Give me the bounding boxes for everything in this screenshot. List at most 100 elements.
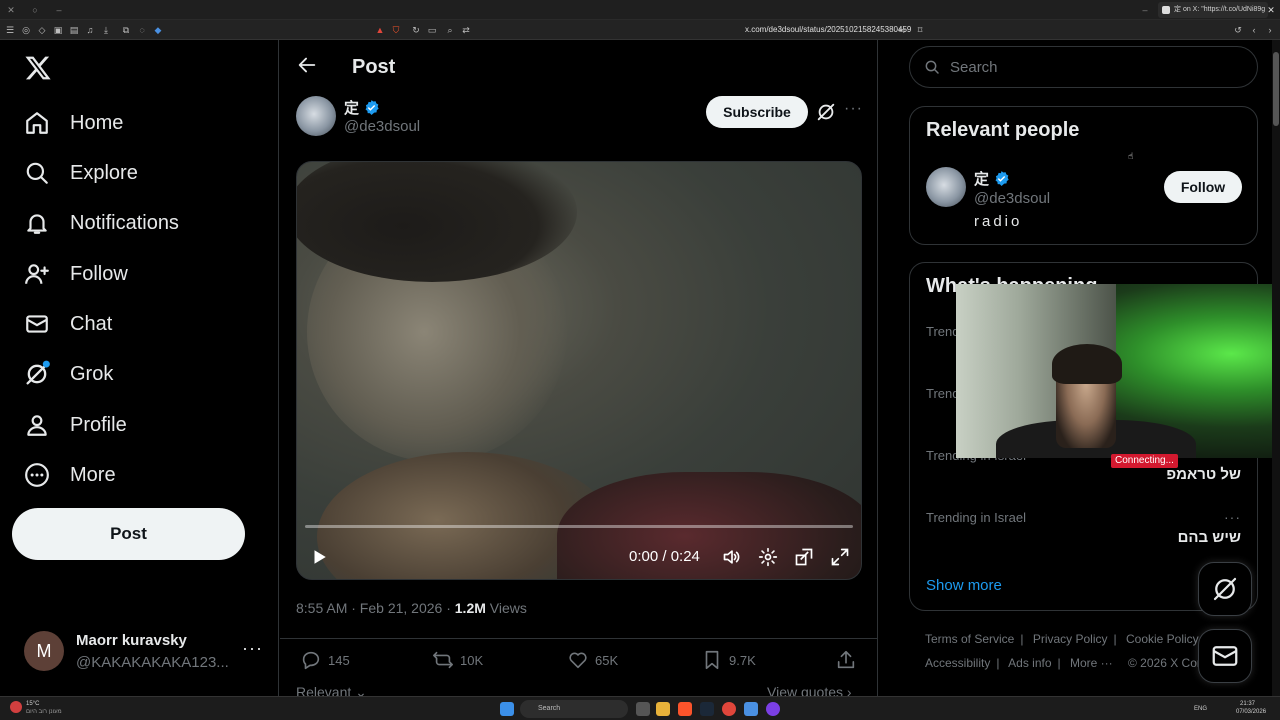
trend-more-icon[interactable]: ··· — [1224, 509, 1241, 525]
relevant-person-name-row[interactable]: 定 — [974, 168, 1010, 189]
nav-home[interactable]: Home — [22, 101, 123, 145]
subscribe-button[interactable]: Subscribe — [706, 96, 808, 128]
tab-list-icon[interactable]: – — [1140, 5, 1150, 15]
keyboard-language[interactable]: ENG — [1194, 705, 1207, 713]
author-avatar[interactable] — [296, 96, 336, 136]
nav-explore[interactable]: Explore — [22, 151, 138, 195]
share-url-icon[interactable]: ⇋ — [896, 24, 908, 36]
music-icon[interactable]: ♫ — [84, 24, 96, 36]
follow-button[interactable]: Follow — [1164, 171, 1242, 203]
nav-grok-label: Grok — [70, 362, 114, 385]
cast-icon[interactable]: ▭ — [426, 24, 438, 36]
page-scrollbar[interactable] — [1272, 40, 1280, 696]
address-bar[interactable]: x.com/de3dsoul/status/202510215824538045… — [745, 24, 911, 36]
extension-icon[interactable]: ◆ — [152, 24, 164, 36]
picture-in-picture-icon[interactable] — [792, 545, 816, 569]
speed-dial-icon[interactable]: ◎ — [20, 24, 32, 36]
like-button[interactable]: 65K — [567, 649, 618, 671]
fullscreen-icon[interactable] — [828, 545, 852, 569]
post-button[interactable]: Post — [12, 508, 245, 560]
nav-follow-label: Follow — [70, 262, 128, 285]
relevant-person-bio: radio — [974, 213, 1023, 230]
reload-page-icon[interactable]: ↻ — [410, 24, 422, 36]
taskbar-search[interactable]: Search — [520, 700, 628, 718]
brave-shield-icon[interactable]: ⛉ — [390, 24, 402, 36]
reply-button[interactable]: 145 — [300, 649, 350, 671]
video-player[interactable]: 0:00 / 0:24 — [296, 161, 862, 580]
chat-icon[interactable]: ◌ — [136, 24, 148, 36]
account-switcher[interactable]: M Maorr kuravsky @KAKAKAKAKA123... ··· — [24, 628, 264, 676]
translate-icon[interactable]: ⇄ — [460, 24, 472, 36]
file-explorer-icon[interactable] — [656, 702, 670, 716]
download-icon[interactable]: ⤓ — [100, 24, 112, 36]
settings-gear-icon[interactable] — [756, 545, 780, 569]
grok-fab-button[interactable] — [1198, 562, 1252, 616]
footer-privacy-link[interactable]: Privacy Policy — [1033, 632, 1108, 646]
author-name-row[interactable]: 定 — [344, 97, 380, 118]
minimize-icon[interactable]: – — [54, 5, 64, 15]
clock-time[interactable]: 21:37 — [1240, 700, 1255, 708]
reader-icon[interactable]: ▤ — [68, 24, 80, 36]
bookmark-page-icon[interactable]: ⌑ — [914, 24, 926, 36]
show-more-link[interactable]: Show more — [926, 577, 1002, 594]
footer-cookie-link[interactable]: Cookie Policy — [1126, 632, 1199, 646]
relevant-person-handle[interactable]: @de3dsoul — [974, 190, 1050, 207]
discord-icon[interactable] — [766, 702, 780, 716]
bookmarks-icon[interactable]: ◇ — [36, 24, 48, 36]
footer-terms-link[interactable]: Terms of Service — [925, 632, 1014, 646]
nav-more[interactable]: More — [22, 453, 116, 497]
nav-grok[interactable]: Grok — [22, 352, 113, 396]
clock-date[interactable]: 07/03/2026 — [1236, 708, 1266, 716]
close-window-icon[interactable]: ✕ — [6, 5, 16, 15]
close-tab-icon[interactable]: ✕ — [1266, 5, 1276, 15]
brave-browser-icon[interactable] — [678, 702, 692, 716]
zoom-icon[interactable]: ⌕ — [444, 24, 456, 36]
bookmark-icon — [705, 650, 719, 670]
nav-notifications[interactable]: Notifications — [22, 201, 179, 245]
nav-follow[interactable]: Follow — [22, 252, 128, 296]
reply-sort-dropdown[interactable]: Relevant ⌄ — [296, 684, 367, 696]
share-button[interactable] — [835, 649, 863, 671]
view-quotes-link[interactable]: View quotes › — [767, 684, 852, 696]
footer-ads-link[interactable]: Ads info — [1008, 656, 1051, 670]
history-icon[interactable]: ↺ — [1232, 24, 1244, 36]
task-view-icon[interactable] — [636, 702, 650, 716]
tabs-icon[interactable]: ⧉ — [120, 24, 132, 36]
repost-button[interactable]: 10K — [432, 649, 483, 671]
grok-explain-icon[interactable] — [815, 101, 837, 123]
search-icon — [22, 158, 52, 188]
footer-accessibility-link[interactable]: Accessibility — [925, 656, 990, 670]
warning-icon[interactable]: ▲ — [374, 24, 386, 36]
author-handle[interactable]: @de3dsoul — [344, 118, 420, 135]
messages-fab-button[interactable] — [1198, 629, 1252, 683]
weather-icon[interactable] — [10, 701, 22, 713]
browser-menu-icon[interactable]: ○ — [30, 5, 40, 15]
post-timestamp[interactable]: 8:55 AM · Feb 21, 2026 · — [296, 600, 455, 616]
app-icon[interactable] — [744, 702, 758, 716]
bookmark-button[interactable]: 9.7K — [701, 649, 756, 671]
back-nav-icon[interactable]: ‹ — [1248, 24, 1260, 36]
scrollbar-thumb[interactable] — [1273, 52, 1279, 126]
post-more-icon[interactable]: ··· — [844, 100, 863, 118]
browser-tab-active[interactable]: 定 on X: "https://t.co/UdNi89g — [1158, 2, 1268, 18]
video-progress-bar[interactable] — [305, 525, 853, 528]
nav-profile-label: Profile — [70, 413, 127, 436]
relevant-person-name: 定 — [974, 171, 990, 188]
relevant-person-avatar[interactable] — [926, 167, 966, 207]
sidebar-toggle-icon[interactable]: ☰ — [4, 24, 16, 36]
x-logo-icon[interactable] — [24, 54, 52, 82]
nav-chat[interactable]: Chat — [22, 302, 112, 346]
windows-start-icon[interactable] — [500, 702, 514, 716]
nav-profile[interactable]: Profile — [22, 403, 127, 447]
play-icon[interactable] — [307, 545, 331, 569]
chrome-icon[interactable] — [722, 702, 736, 716]
tab-favicon-icon — [1162, 6, 1170, 14]
search-input[interactable]: Search — [909, 46, 1258, 88]
footer-more-link[interactable]: More ··· — [1070, 656, 1113, 670]
panel-icon[interactable]: ▣ — [52, 24, 64, 36]
volume-icon[interactable] — [720, 545, 744, 569]
account-more-icon[interactable]: ··· — [242, 638, 263, 659]
forward-nav-icon[interactable]: › — [1264, 24, 1276, 36]
steam-icon[interactable] — [700, 702, 714, 716]
back-arrow-icon[interactable] — [296, 54, 318, 76]
